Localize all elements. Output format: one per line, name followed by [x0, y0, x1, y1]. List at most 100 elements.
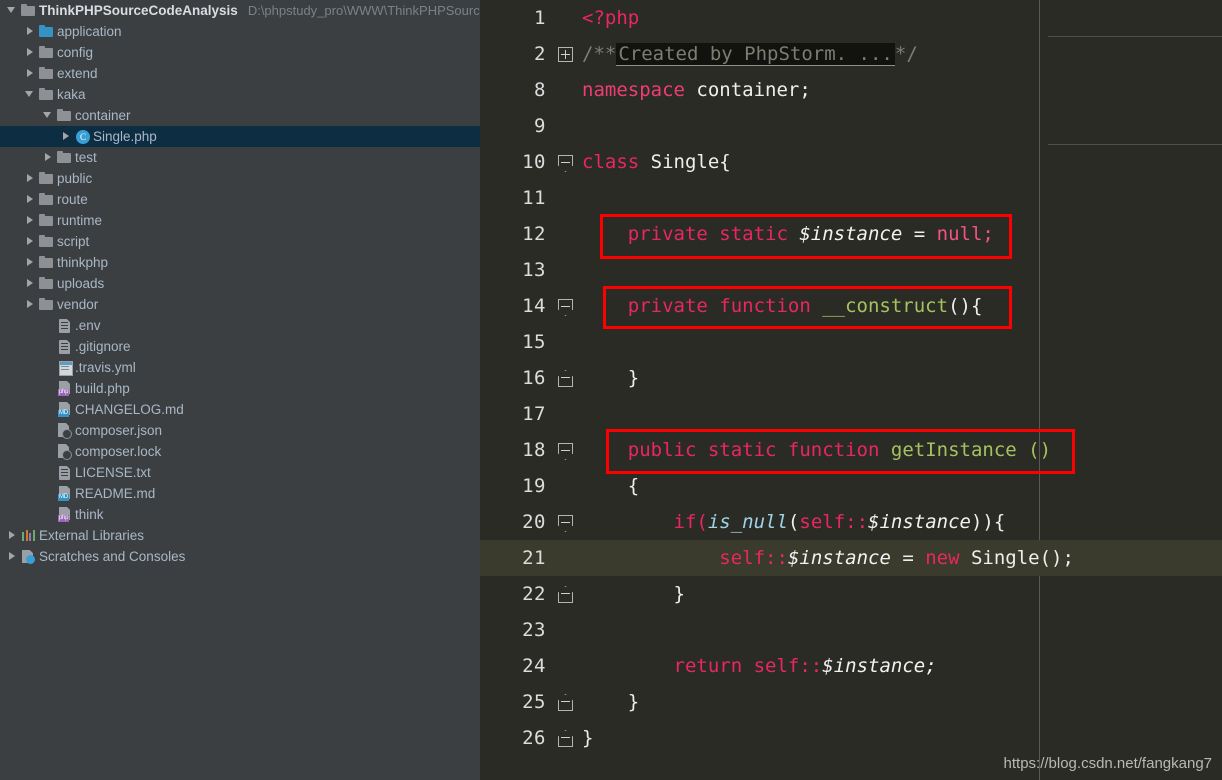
gutter-cell[interactable]	[552, 468, 582, 504]
code-line[interactable]: 16 }	[480, 360, 1222, 396]
gutter-cell[interactable]	[552, 72, 582, 108]
code-line[interactable]: 17	[480, 396, 1222, 432]
code-content[interactable]: public static function getInstance ()	[582, 439, 1222, 461]
tree-row-runtime[interactable]: runtime	[0, 210, 480, 231]
gutter-cell[interactable]	[552, 360, 582, 396]
code-line[interactable]: 26 }	[480, 720, 1222, 756]
gutter-cell[interactable]	[552, 612, 582, 648]
gutter-cell[interactable]	[552, 720, 582, 756]
code-content[interactable]: /** Created by PhpStorm. ... */	[582, 43, 1222, 66]
gutter-cell[interactable]	[552, 540, 582, 576]
fold-collapse-icon[interactable]	[558, 515, 573, 532]
fold-region-end-icon[interactable]	[558, 586, 573, 603]
tree-row-external-libraries[interactable]: External Libraries	[0, 525, 480, 546]
fold-region-end-icon[interactable]	[558, 730, 573, 747]
chevron-right-icon[interactable]	[24, 42, 37, 63]
tree-row-travis-yml[interactable]: .travis.yml	[0, 357, 480, 378]
gutter-cell[interactable]	[552, 504, 582, 540]
code-line[interactable]: 1 <?php	[480, 0, 1222, 36]
code-content[interactable]: self::$instance = new Single();	[582, 547, 1222, 569]
code-line[interactable]: 12 private static $instance = null;	[480, 216, 1222, 252]
code-content[interactable]: }	[582, 367, 1222, 389]
code-line[interactable]: 18 public static function getInstance ()	[480, 432, 1222, 468]
gutter-cell[interactable]	[552, 324, 582, 360]
chevron-down-icon[interactable]	[6, 0, 19, 21]
code-line[interactable]: 20 if(is_null(self::$instance)){	[480, 504, 1222, 540]
chevron-right-icon[interactable]	[24, 189, 37, 210]
fold-collapse-icon[interactable]	[558, 299, 573, 316]
chevron-down-icon[interactable]	[42, 105, 55, 126]
code-content[interactable]: }	[582, 727, 1222, 749]
chevron-right-icon[interactable]	[24, 168, 37, 189]
tree-row-readme-md[interactable]: MD README.md	[0, 483, 480, 504]
gutter-cell[interactable]	[552, 684, 582, 720]
code-content[interactable]: private function __construct(){	[582, 295, 1222, 317]
fold-collapse-icon[interactable]	[558, 155, 573, 172]
gutter-cell[interactable]	[552, 252, 582, 288]
fold-region-end-icon[interactable]	[558, 694, 573, 711]
code-content[interactable]: namespace container;	[582, 79, 1222, 101]
fold-expand-icon[interactable]	[558, 47, 573, 62]
chevron-down-icon[interactable]	[24, 84, 37, 105]
tree-row-script[interactable]: script	[0, 231, 480, 252]
chevron-right-icon[interactable]	[24, 252, 37, 273]
gutter-cell[interactable]	[552, 288, 582, 324]
gutter-cell[interactable]	[552, 648, 582, 684]
code-line[interactable]: 9	[480, 108, 1222, 144]
code-content[interactable]: {	[582, 475, 1222, 497]
chevron-right-icon[interactable]	[24, 210, 37, 231]
tree-row-think[interactable]: php think	[0, 504, 480, 525]
tree-row-composer-lock[interactable]: composer.lock	[0, 441, 480, 462]
code-line[interactable]: 10 class Single{	[480, 144, 1222, 180]
gutter-cell[interactable]	[552, 108, 582, 144]
code-line[interactable]: 2 /** Created by PhpStorm. ... */	[480, 36, 1222, 72]
chevron-right-icon[interactable]	[6, 546, 19, 567]
code-content[interactable]: return self::$instance;	[582, 655, 1222, 677]
gutter-cell[interactable]	[552, 144, 582, 180]
tree-row-license-txt[interactable]: LICENSE.txt	[0, 462, 480, 483]
tree-row-gitignore[interactable]: .gitignore	[0, 336, 480, 357]
code-line[interactable]: 24 return self::$instance;	[480, 648, 1222, 684]
tree-row-test[interactable]: test	[0, 147, 480, 168]
code-content[interactable]: private static $instance = null;	[582, 223, 1222, 245]
code-line[interactable]: 14 private function __construct(){	[480, 288, 1222, 324]
code-line[interactable]: 23	[480, 612, 1222, 648]
chevron-right-icon[interactable]	[42, 147, 55, 168]
gutter-cell[interactable]	[552, 36, 582, 72]
code-editor[interactable]: 1 <?php 2 /** Created by PhpStorm. ... */ …	[480, 0, 1222, 780]
folded-region-placeholder[interactable]: Created by PhpStorm. ...	[616, 43, 895, 66]
code-line[interactable]: 22 }	[480, 576, 1222, 612]
tree-row-env[interactable]: .env	[0, 315, 480, 336]
gutter-cell[interactable]	[552, 216, 582, 252]
fold-region-end-icon[interactable]	[558, 370, 573, 387]
tree-row-project-root[interactable]: ThinkPHPSourceCodeAnalysis D:\phpstudy_p…	[0, 0, 480, 21]
tree-row-application[interactable]: application	[0, 21, 480, 42]
chevron-right-icon[interactable]	[6, 525, 19, 546]
tree-row-extend[interactable]: extend	[0, 63, 480, 84]
code-line[interactable]: 25 }	[480, 684, 1222, 720]
chevron-right-icon[interactable]	[24, 231, 37, 252]
tree-row-container[interactable]: container	[0, 105, 480, 126]
tree-row-kaka[interactable]: kaka	[0, 84, 480, 105]
project-tree-panel[interactable]: ThinkPHPSourceCodeAnalysis D:\phpstudy_p…	[0, 0, 480, 780]
chevron-right-icon[interactable]	[24, 273, 37, 294]
code-line[interactable]: 15	[480, 324, 1222, 360]
tree-row-uploads[interactable]: uploads	[0, 273, 480, 294]
code-content[interactable]: }	[582, 583, 1222, 605]
tree-row-public[interactable]: public	[0, 168, 480, 189]
chevron-right-icon[interactable]	[24, 21, 37, 42]
chevron-right-icon[interactable]	[24, 294, 37, 315]
tree-row-scratches-and-consoles[interactable]: Scratches and Consoles	[0, 546, 480, 567]
tree-row-route[interactable]: route	[0, 189, 480, 210]
code-content[interactable]: }	[582, 691, 1222, 713]
code-line[interactable]: 19 {	[480, 468, 1222, 504]
code-line[interactable]: 11	[480, 180, 1222, 216]
code-content[interactable]: <?php	[582, 7, 1222, 29]
tree-row-vendor[interactable]: vendor	[0, 294, 480, 315]
code-content[interactable]: if(is_null(self::$instance)){	[582, 511, 1222, 533]
tree-row-changelog-md[interactable]: MD CHANGELOG.md	[0, 399, 480, 420]
tree-row-thinkphp[interactable]: thinkphp	[0, 252, 480, 273]
chevron-right-icon[interactable]	[60, 126, 73, 147]
fold-collapse-icon[interactable]	[558, 443, 573, 460]
tree-row-build-php[interactable]: php build.php	[0, 378, 480, 399]
